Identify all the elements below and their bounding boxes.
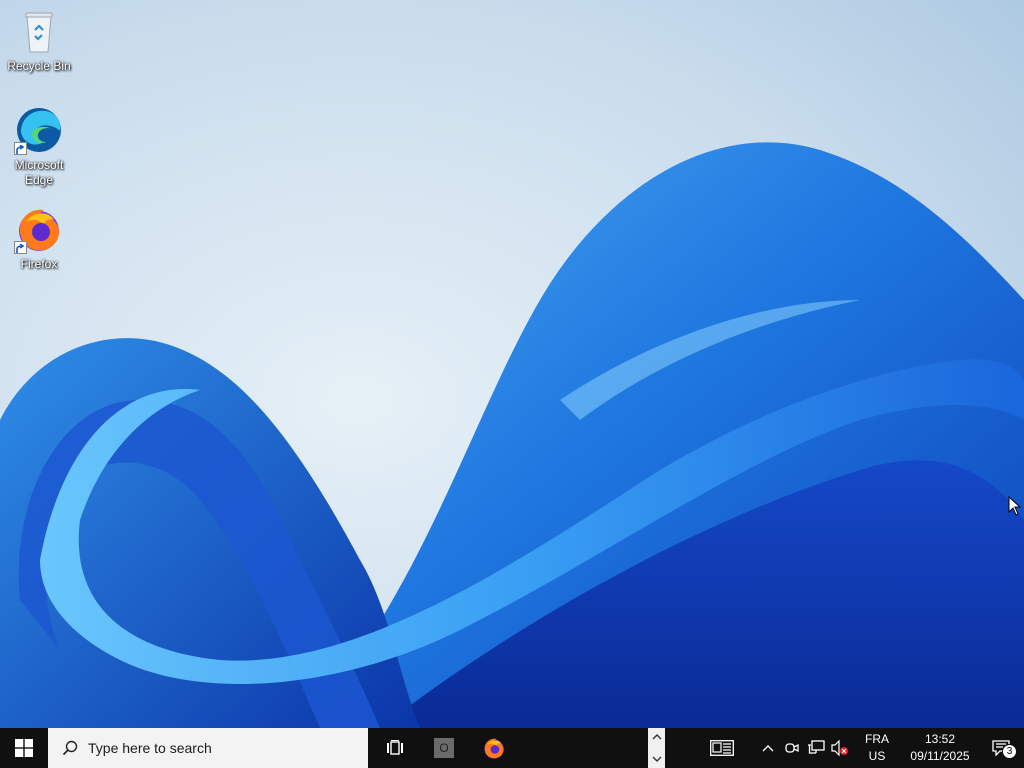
task-view-button[interactable]	[371, 728, 419, 768]
network-icon	[808, 740, 825, 754]
volume-button[interactable]	[828, 728, 852, 768]
desktop-icon-label: Firefox	[20, 257, 58, 271]
clock-time: 13:52	[924, 732, 956, 746]
recycle-bin-icon	[14, 6, 64, 56]
shortcut-arrow-icon	[14, 241, 27, 254]
cortana-icon: O	[434, 738, 454, 758]
language-code: FRA	[865, 732, 889, 746]
cortana-glyph: O	[439, 741, 449, 755]
firefox-icon	[14, 204, 64, 254]
taskbar-firefox-button[interactable]	[469, 728, 519, 768]
desktop-icon-label: Recycle Bin	[7, 59, 71, 73]
volume-muted-icon	[831, 740, 848, 756]
edge-icon	[14, 105, 64, 155]
taskbar: Type here to search O FRA US 13:52 09/11…	[0, 728, 1024, 768]
chevron-down-icon[interactable]	[652, 754, 662, 764]
desktop-icon-microsoft-edge[interactable]: Microsoft Edge	[1, 105, 77, 188]
network-button[interactable]	[804, 728, 828, 768]
shortcut-arrow-icon	[14, 142, 27, 155]
firefox-icon	[484, 738, 504, 759]
search-icon	[62, 740, 78, 756]
notification-count-badge: 3	[1002, 744, 1017, 759]
start-button[interactable]	[0, 728, 48, 768]
camera-icon	[785, 743, 799, 753]
desktop-icon-label: Microsoft Edge	[14, 158, 64, 187]
news-icon	[710, 740, 734, 756]
chevron-up-icon[interactable]	[652, 732, 662, 742]
clock[interactable]: 13:52 09/11/2025	[904, 731, 976, 765]
cortana-button[interactable]: O	[419, 728, 469, 768]
taskbar-scroll-control[interactable]	[648, 728, 665, 768]
system-tray: FRA US 13:52 09/11/2025 3	[700, 728, 1024, 768]
news-widget-button[interactable]	[700, 728, 744, 768]
desktop-icon-recycle-bin[interactable]: Recycle Bin	[1, 6, 77, 74]
desktop-icon-firefox[interactable]: Firefox	[1, 204, 77, 272]
show-hidden-icons-button[interactable]	[756, 728, 780, 768]
desktop[interactable]: Recycle Bin Microsoft Edge Firefox	[0, 0, 1024, 728]
search-box[interactable]: Type here to search	[48, 728, 368, 768]
mouse-cursor-icon	[1008, 496, 1022, 516]
task-view-icon	[387, 740, 403, 755]
meet-now-button[interactable]	[780, 728, 804, 768]
notification-center-button[interactable]: 3	[978, 728, 1024, 768]
windows-logo-icon	[15, 739, 33, 757]
chevron-up-icon	[762, 745, 774, 752]
wallpaper	[0, 0, 1024, 728]
search-placeholder: Type here to search	[88, 740, 212, 756]
keyboard-layout: US	[868, 749, 886, 763]
input-language-indicator[interactable]: FRA US	[858, 731, 896, 765]
clock-date: 09/11/2025	[910, 749, 970, 763]
